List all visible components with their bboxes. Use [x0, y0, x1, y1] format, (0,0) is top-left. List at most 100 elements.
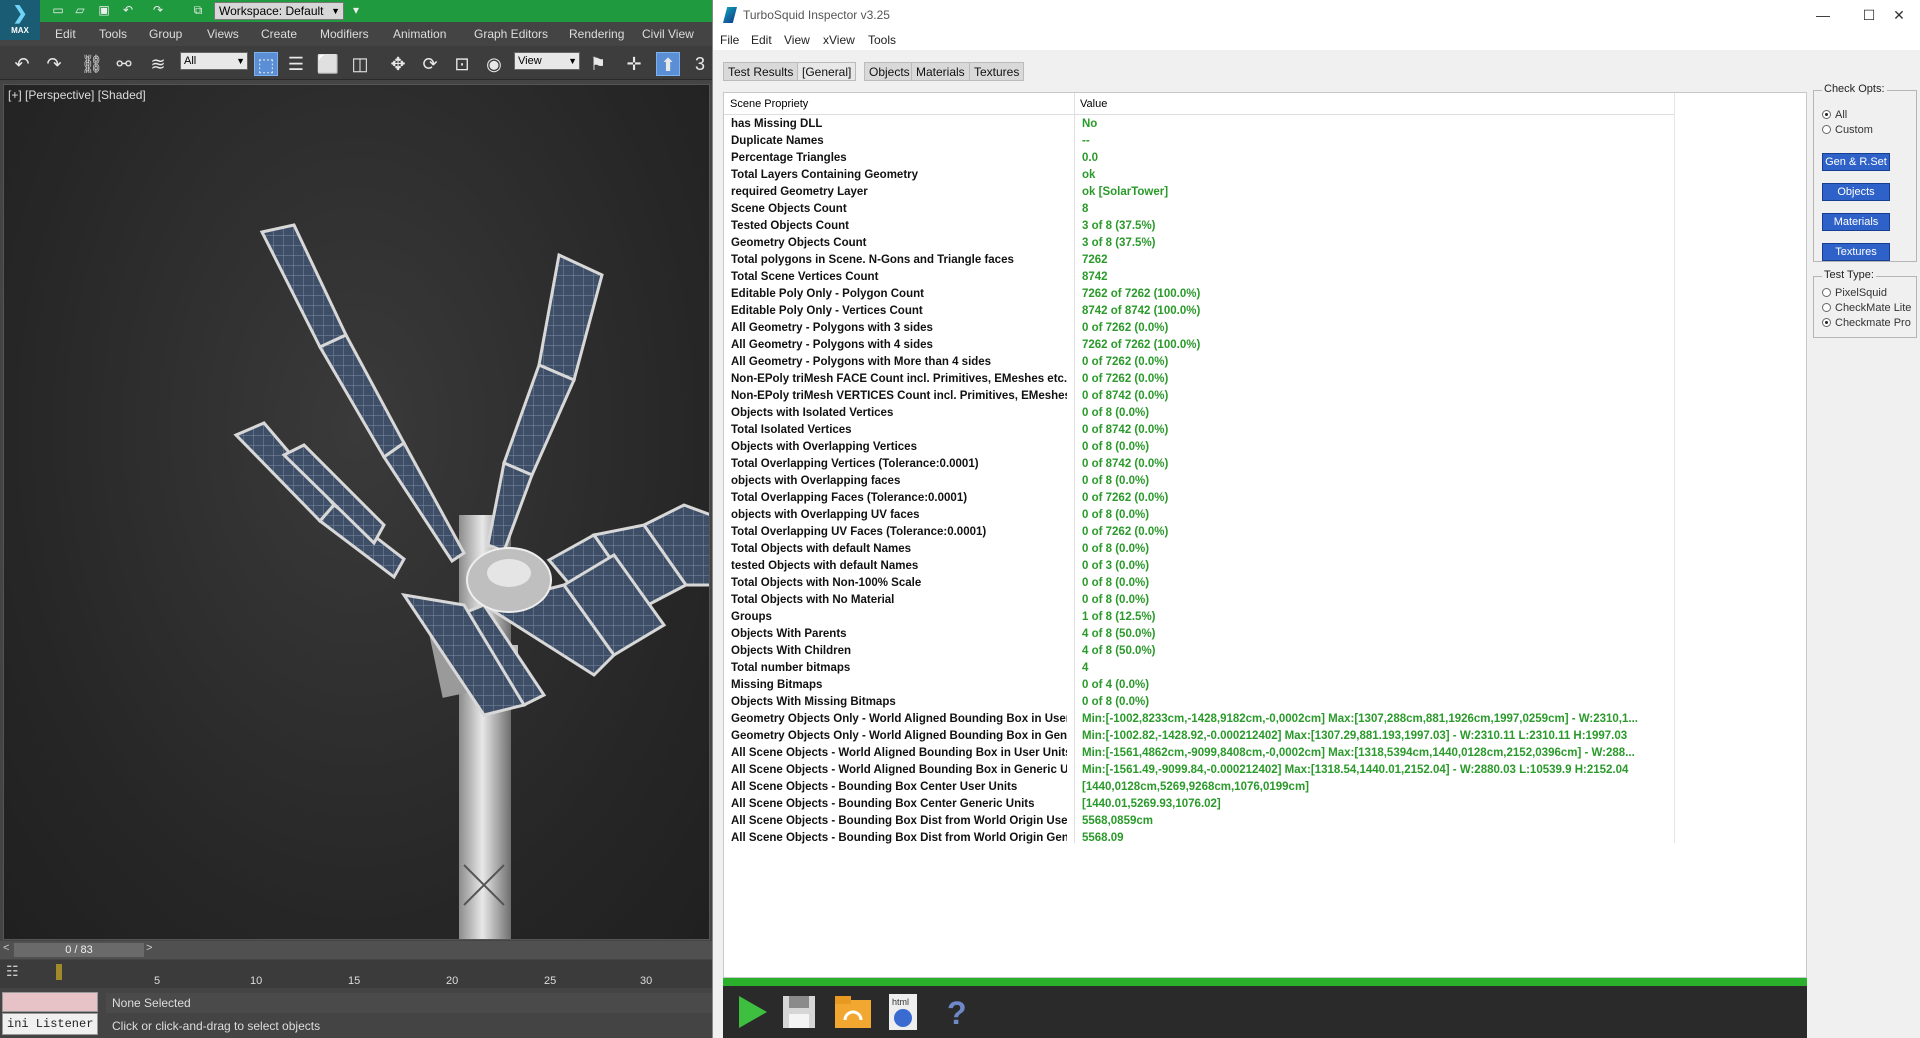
- table-row[interactable]: All Geometry - Polygons with 4 sides 7262…: [724, 337, 1674, 354]
- objects-button[interactable]: Objects: [1822, 183, 1890, 201]
- table-row[interactable]: Total polygons in Scene. N-Gons and Tria…: [724, 252, 1674, 269]
- table-row[interactable]: Total Objects with default Names 0 of 8 (…: [724, 541, 1674, 558]
- folder-icon[interactable]: [831, 990, 875, 1034]
- viewport-label[interactable]: [+] [Perspective] [Shaded]: [8, 88, 146, 102]
- table-row[interactable]: Geometry Objects Only - World Aligned Bo…: [724, 711, 1674, 728]
- undo-icon[interactable]: ↶: [10, 52, 34, 76]
- minimize-icon[interactable]: —: [1803, 4, 1843, 26]
- redo-icon[interactable]: ↷: [42, 52, 66, 76]
- menu-xview[interactable]: xView: [823, 33, 855, 47]
- snaps-toggle-icon[interactable]: 3: [688, 52, 712, 76]
- customize-icon[interactable]: ▾: [348, 3, 364, 18]
- undo-icon[interactable]: ↶: [120, 3, 136, 18]
- perspective-viewport[interactable]: [+] [Perspective] [Shaded]: [3, 84, 710, 940]
- selection-filter-dropdown[interactable]: All ▼: [180, 52, 248, 70]
- menu-rendering[interactable]: Rendering: [569, 27, 624, 41]
- table-row[interactable]: Non-EPoly triMesh VERTICES Count incl. P…: [724, 388, 1674, 405]
- unlink-icon[interactable]: ⚯: [112, 52, 136, 76]
- menu-file[interactable]: File: [720, 33, 739, 47]
- menu-graph-editors[interactable]: Graph Editors: [474, 27, 548, 41]
- workspace-dropdown[interactable]: Workspace: Default ▼: [214, 2, 344, 20]
- table-row[interactable]: Total Objects with Non-100% Scale 0 of 8 …: [724, 575, 1674, 592]
- tab-textures[interactable]: Textures: [969, 62, 1025, 81]
- previous-frame-icon[interactable]: <: [3, 942, 9, 954]
- select-manipulate-icon[interactable]: ✛: [622, 52, 646, 76]
- time-slider-thumb[interactable]: [56, 964, 62, 980]
- close-icon[interactable]: ✕: [1879, 4, 1919, 26]
- window-crossing-icon[interactable]: ◫: [348, 52, 372, 76]
- tab-general[interactable]: [General]: [797, 62, 857, 81]
- maxscript-mini-listener[interactable]: ini Listener: [2, 1013, 98, 1035]
- radio-all[interactable]: All: [1822, 109, 1847, 121]
- table-row[interactable]: Editable Poly Only - Polygon Count 7262 o…: [724, 286, 1674, 303]
- project-icon[interactable]: ⧉: [190, 3, 206, 18]
- move-icon[interactable]: ✥: [386, 52, 410, 76]
- radio-checkmate-pro[interactable]: Checkmate Pro: [1822, 317, 1911, 329]
- table-row[interactable]: Total Isolated Vertices 0 of 8742 (0.0%): [724, 422, 1674, 439]
- header-value[interactable]: Value: [1080, 98, 1107, 110]
- radio-custom[interactable]: Custom: [1822, 124, 1873, 136]
- gen-rset-button[interactable]: Gen & R.Set: [1822, 153, 1890, 171]
- keyboard-shortcut-override-icon[interactable]: ⬆: [656, 52, 680, 76]
- menu-tools[interactable]: Tools: [868, 33, 896, 47]
- track-bar[interactable]: ☷ 5 10 15 20 25 30: [0, 960, 712, 988]
- menu-group[interactable]: Group: [149, 27, 182, 41]
- redo-icon[interactable]: ↷: [150, 3, 166, 18]
- table-row[interactable]: All Scene Objects - Bounding Box Dist fr…: [724, 830, 1674, 847]
- table-row[interactable]: Percentage Triangles 0.0: [724, 150, 1674, 167]
- table-row[interactable]: Total Overlapping UV Faces (Tolerance:0.…: [724, 524, 1674, 541]
- placement-icon[interactable]: ◉: [482, 52, 506, 76]
- table-row[interactable]: Objects With Parents 4 of 8 (50.0%): [724, 626, 1674, 643]
- table-row[interactable]: All Scene Objects - World Aligned Boundi…: [724, 745, 1674, 762]
- play-icon[interactable]: [729, 990, 773, 1034]
- menu-create[interactable]: Create: [261, 27, 297, 41]
- select-object-icon[interactable]: ⬚: [254, 52, 278, 76]
- table-row[interactable]: Missing Bitmaps 0 of 4 (0.0%): [724, 677, 1674, 694]
- table-row[interactable]: Duplicate Names --: [724, 133, 1674, 150]
- time-slider[interactable]: < 0 / 83 >: [0, 941, 712, 959]
- table-row[interactable]: Total Layers Containing Geometry ok: [724, 167, 1674, 184]
- table-row[interactable]: Total number bitmaps 4: [724, 660, 1674, 677]
- table-row[interactable]: Objects With Children 4 of 8 (50.0%): [724, 643, 1674, 660]
- scale-icon[interactable]: ⊡: [450, 52, 474, 76]
- new-file-icon[interactable]: ▭: [50, 3, 66, 18]
- open-file-icon[interactable]: ▱: [72, 3, 88, 18]
- textures-button[interactable]: Textures: [1822, 243, 1890, 261]
- table-row[interactable]: Tested Objects Count 3 of 8 (37.5%): [724, 218, 1674, 235]
- table-row[interactable]: Total Overlapping Vertices (Tolerance:0.…: [724, 456, 1674, 473]
- header-property[interactable]: Scene Propriety: [730, 98, 808, 110]
- tab-objects[interactable]: Objects: [864, 62, 915, 81]
- table-row[interactable]: All Geometry - Polygons with 3 sides 0 of…: [724, 320, 1674, 337]
- menu-view[interactable]: View: [784, 33, 810, 47]
- next-frame-icon[interactable]: >: [146, 942, 152, 954]
- rectangular-selection-icon[interactable]: ⬜: [316, 52, 340, 76]
- menu-edit[interactable]: Edit: [55, 27, 76, 41]
- scene-properties-grid[interactable]: Scene Propriety Value has Missing DLL No D…: [723, 92, 1807, 978]
- menu-tools[interactable]: Tools: [99, 27, 127, 41]
- table-row[interactable]: Editable Poly Only - Vertices Count 8742 …: [724, 303, 1674, 320]
- tab-test-results[interactable]: Test Results: [723, 62, 799, 81]
- save-icon[interactable]: ▣: [96, 3, 112, 18]
- reference-coordinate-dropdown[interactable]: View ▼: [514, 52, 580, 70]
- table-row[interactable]: All Scene Objects - Bounding Box Center …: [724, 796, 1674, 813]
- table-row[interactable]: All Scene Objects - Bounding Box Dist fr…: [724, 813, 1674, 830]
- table-row[interactable]: required Geometry Layer ok [SolarTower]: [724, 184, 1674, 201]
- maxscript-listener-output[interactable]: [2, 992, 98, 1012]
- table-row[interactable]: All Scene Objects - World Aligned Boundi…: [724, 762, 1674, 779]
- save-icon[interactable]: [777, 990, 821, 1034]
- curve-editor-icon[interactable]: ☷: [6, 963, 28, 983]
- table-row[interactable]: Objects with Overlapping Vertices 0 of 8 …: [724, 439, 1674, 456]
- table-row[interactable]: objects with Overlapping UV faces 0 of 8 …: [724, 507, 1674, 524]
- help-icon[interactable]: ?: [935, 990, 979, 1034]
- table-row[interactable]: Total Objects with No Material 0 of 8 (0.…: [724, 592, 1674, 609]
- table-row[interactable]: Objects with Isolated Vertices 0 of 8 (0.…: [724, 405, 1674, 422]
- table-row[interactable]: has Missing DLL No: [724, 116, 1674, 133]
- menu-civil-view[interactable]: Civil View: [642, 27, 694, 41]
- radio-pixelsquid[interactable]: PixelSquid: [1822, 287, 1887, 299]
- pivot-center-icon[interactable]: ⚑: [586, 52, 610, 76]
- table-row[interactable]: tested Objects with default Names 0 of 3 …: [724, 558, 1674, 575]
- tab-materials[interactable]: Materials: [911, 62, 970, 81]
- link-icon[interactable]: ⛓: [80, 52, 104, 76]
- table-row[interactable]: All Scene Objects - Bounding Box Center …: [724, 779, 1674, 796]
- table-row[interactable]: Objects With Missing Bitmaps 0 of 8 (0.0%…: [724, 694, 1674, 711]
